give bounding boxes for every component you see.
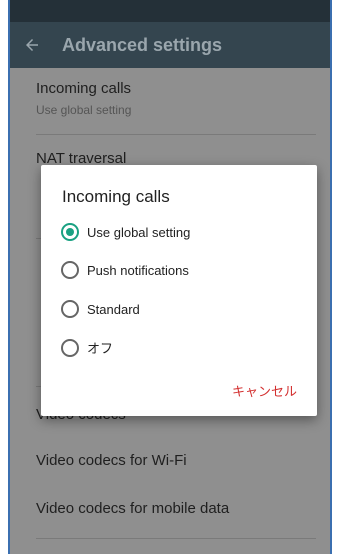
divider (36, 538, 316, 539)
status-bar (10, 0, 330, 22)
radio-icon[interactable] (61, 300, 79, 318)
pref-title: Video codecs for Wi-Fi (36, 452, 187, 469)
option-off[interactable]: オフ (61, 338, 113, 357)
option-label: Push notifications (87, 262, 189, 278)
arrow-left-icon (26, 39, 38, 51)
pref-video-codecs-mobile[interactable]: Video codecs for mobile data (10, 500, 330, 517)
back-button[interactable] (10, 36, 54, 54)
option-label: Use global setting (87, 224, 191, 240)
divider (36, 134, 316, 135)
radio-icon[interactable] (61, 261, 79, 279)
cancel-button[interactable]: キャンセル (232, 381, 297, 400)
option-push-notifications[interactable]: Push notifications (61, 261, 189, 279)
option-use-global-setting[interactable]: Use global setting (61, 223, 190, 241)
app-bar: Advanced settings (10, 22, 330, 68)
device-frame: Advanced settings Incoming calls Use glo… (8, 0, 332, 554)
page-title: Advanced settings (62, 34, 223, 55)
radio-icon[interactable] (61, 338, 79, 357)
pref-title: Video codecs for mobile data (36, 500, 230, 517)
option-label: オフ (87, 341, 114, 356)
pref-title: Incoming calls (36, 80, 132, 97)
radio-selected-icon[interactable] (61, 223, 79, 241)
incoming-calls-dialog: Incoming calls Use global setting Push n… (41, 165, 317, 416)
pref-video-codecs-wifi[interactable]: Video codecs for Wi-Fi (10, 452, 330, 469)
pref-incoming-calls[interactable]: Incoming calls Use global setting (10, 80, 330, 117)
option-standard[interactable]: Standard (61, 300, 140, 318)
option-label: Standard (87, 301, 140, 317)
dialog-title: Incoming calls (62, 187, 170, 206)
pref-subtitle: Use global setting (36, 103, 132, 117)
